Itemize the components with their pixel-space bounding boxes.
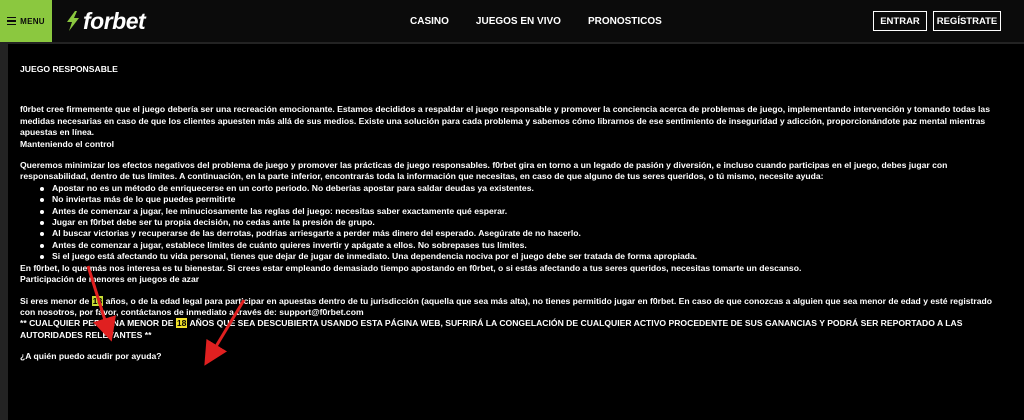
help-question: ¿A quién puedo acudir por ayuda?	[20, 351, 162, 362]
forbet-logo[interactable]: forbet	[66, 7, 146, 35]
nav-juegos-en-vivo[interactable]: JUEGOS EN VIVO	[476, 16, 561, 27]
minors-paragraph: Si eres menor de 18 años, o de la edad l…	[20, 295, 1005, 319]
list-item: No inviertas más de lo que puedes permit…	[40, 194, 1005, 205]
list-item: Si el juego está afectando tu vida perso…	[40, 251, 1005, 262]
hamburger-icon	[7, 16, 17, 26]
lightning-bolt-icon	[67, 11, 79, 31]
top-header: MENU forbet CASINO JUEGOS EN VIVO PRONOS…	[0, 0, 1024, 42]
page-title: JUEGO RESPONSABLE	[20, 64, 118, 74]
list-item: Antes de comenzar a jugar, lee minuciosa…	[40, 206, 1005, 217]
nav-pronosticos[interactable]: PRONOSTICOS	[588, 16, 662, 27]
warning-paragraph: ** CUALQUIER PERSONA MENOR DE 18 AÑOS QU…	[20, 318, 1005, 341]
wellbeing-paragraph: En f0rbet, lo que más nos interesa es tu…	[20, 262, 802, 273]
control-heading: Manteniendo el control	[20, 138, 115, 149]
main-nav: CASINO JUEGOS EN VIVO PRONOSTICOS	[410, 0, 662, 42]
menu-button[interactable]: MENU	[0, 0, 52, 42]
nav-casino[interactable]: CASINO	[410, 16, 449, 27]
menu-label: MENU	[20, 16, 45, 26]
intro-paragraph: f0rbet cree firmemente que el juego debe…	[20, 104, 990, 138]
list-item: Al buscar victorias y recuperarse de las…	[40, 228, 1005, 239]
minors-text-post: años, o de la edad legal para participar…	[20, 295, 992, 317]
age-highlight-warning: 18	[175, 318, 188, 329]
register-button[interactable]: REGÍSTRATE	[933, 11, 1001, 31]
warning-text-pre: ** CUALQUIER PERSONA MENOR DE	[20, 318, 176, 329]
logo-text: forbet	[83, 7, 146, 34]
minors-text-pre: Si eres menor de	[20, 295, 92, 306]
login-button[interactable]: ENTRAR	[873, 11, 927, 31]
age-highlight: 18	[91, 295, 104, 306]
minors-heading: Participación de menores en juegos de az…	[20, 274, 200, 285]
list-item: Jugar en f0rbet debe ser tu propia decis…	[40, 217, 1005, 228]
tips-list: Apostar no es un método de enriquecerse …	[20, 183, 1005, 263]
list-item: Antes de comenzar a jugar, establece lím…	[40, 240, 1005, 251]
responsible-gaming-content: JUEGO RESPONSABLE f0rbet cree firmemente…	[20, 64, 1005, 363]
minimize-paragraph: Queremos minimizar los efectos negativos…	[20, 160, 948, 182]
list-item: Apostar no es un método de enriquecerse …	[40, 183, 1005, 194]
